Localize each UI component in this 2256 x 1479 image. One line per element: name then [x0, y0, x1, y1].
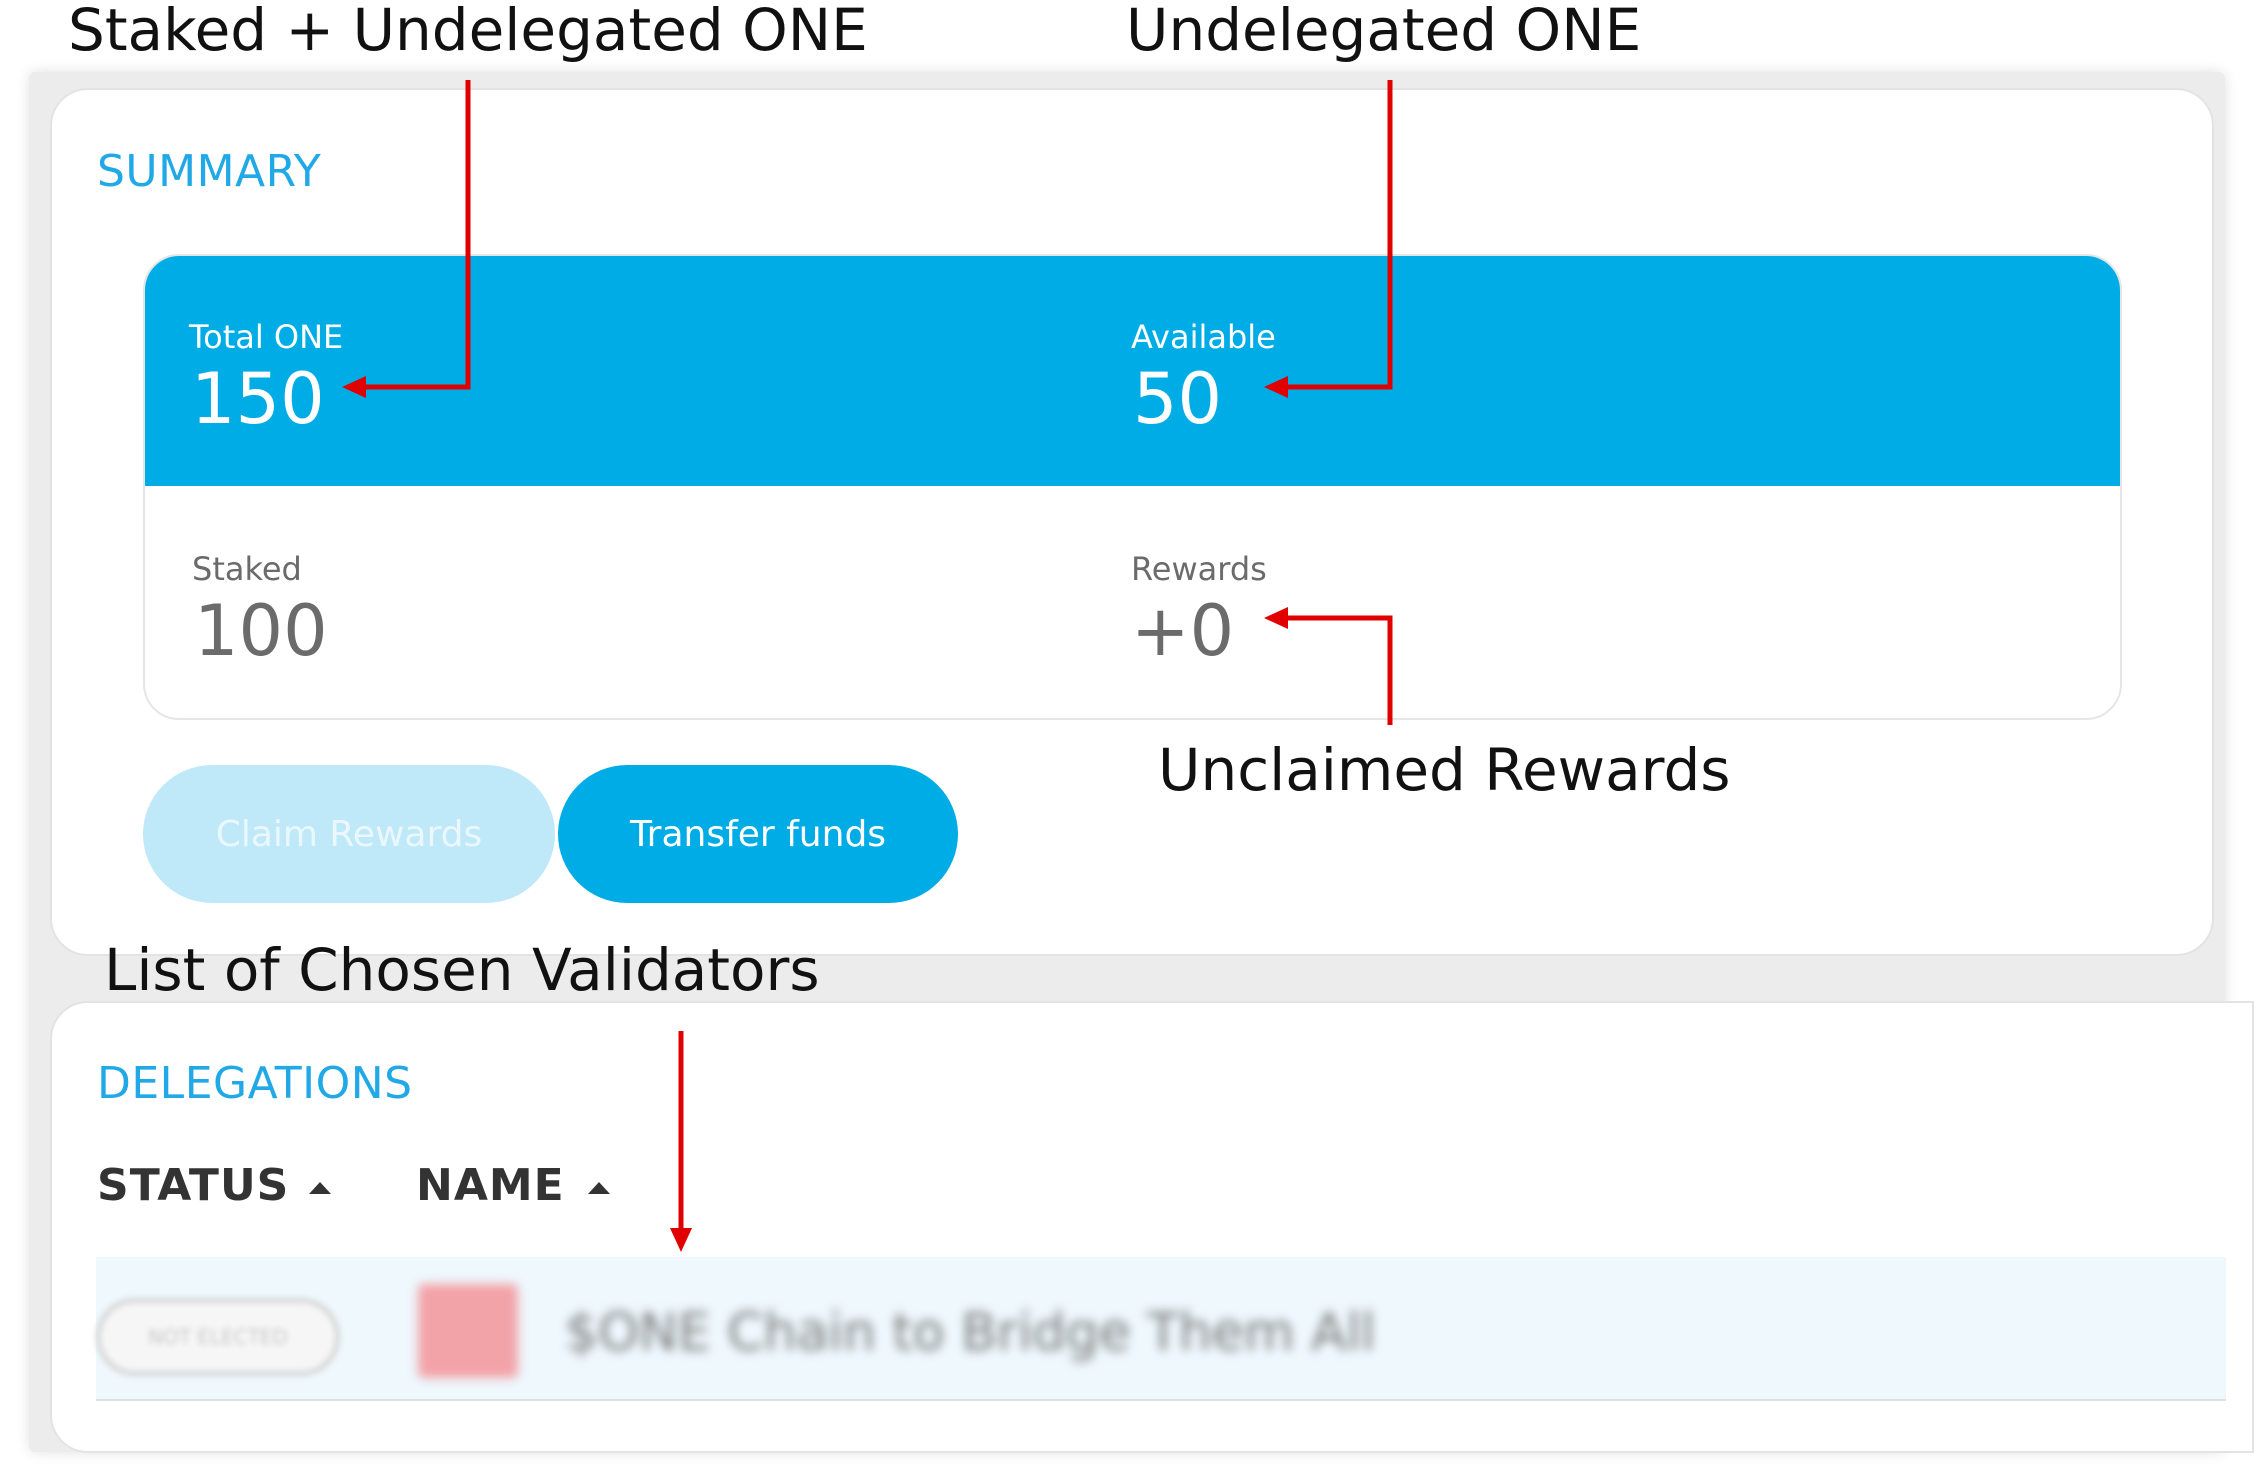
arrowhead-validators — [670, 1228, 692, 1252]
annotation-arrows — [342, 80, 1393, 1252]
arrow-to-available — [1282, 80, 1393, 390]
arrowhead-rewards — [1264, 607, 1288, 629]
arrowhead-available — [1264, 376, 1288, 398]
arrowhead-total — [342, 376, 366, 398]
arrow-to-total — [360, 80, 471, 390]
arrow-to-rewards — [1282, 615, 1393, 725]
